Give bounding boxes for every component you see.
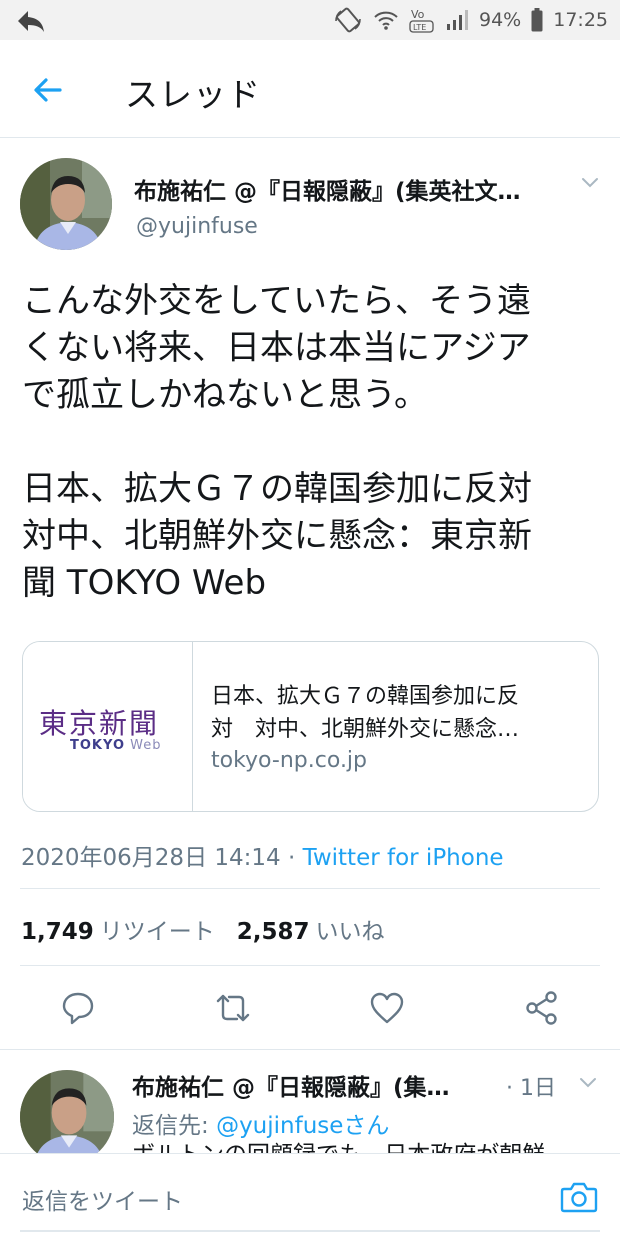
card-title: 日本、拡大Ｇ７の韓国参加に反 対 対中、北朝鮮外交に懸念…: [211, 680, 581, 746]
tokyo-shimbun-logo: 東京新聞: [39, 707, 160, 740]
reply-author-name[interactable]: 布施祐仁 @『日報隠蔽』(集…: [132, 1068, 480, 1102]
tweet-text-line: 対中、北朝鮮外交に懸念：東京新: [22, 516, 532, 556]
chevron-down-icon[interactable]: [580, 176, 600, 190]
reply-to-prefix: 返信先:: [132, 1113, 217, 1139]
tweet-text: こんな外交をしていたら、そう遠 くない将来、日本は本当にアジア で孤立しかねない…: [22, 278, 602, 607]
avatar[interactable]: [20, 1070, 114, 1164]
page-title: スレッド: [125, 75, 261, 114]
tweet-stats: 1,749 リツイート 2,587 いいね: [21, 912, 385, 946]
status-bar: Vo LTE 94% 17:25: [0, 0, 620, 40]
source-link[interactable]: Twitter for iPhone: [303, 845, 504, 871]
rotate-icon: [335, 7, 361, 33]
divider: [20, 888, 600, 889]
compose-underline: [20, 1230, 600, 1232]
tokyo-web-logo: TOKYO Web: [70, 738, 161, 753]
reply-to-mention[interactable]: @yujinfuseさん: [216, 1113, 389, 1139]
avatar-photo: [20, 1070, 114, 1164]
tweet-meta: 2020年06月28日 14:14 · Twitter for iPhone: [21, 838, 504, 872]
reply-time: · 1日: [506, 1076, 556, 1101]
app-header: スレッド: [0, 40, 620, 138]
share-icon[interactable]: [522, 988, 562, 1028]
chevron-down-icon[interactable]: [578, 1076, 598, 1090]
timestamp: 2020年06月28日 14:14 ·: [21, 845, 303, 871]
card-title-line: 対 対中、北朝鮮外交に懸念…: [211, 717, 520, 742]
status-icons: Vo LTE 94% 17:25: [333, 6, 608, 34]
compose-bar: 返信をツイート: [0, 1153, 620, 1240]
like-icon[interactable]: [367, 988, 407, 1028]
tweet-text-line: で孤立しかねないと思う。: [22, 375, 428, 415]
battery-icon: [531, 8, 543, 32]
logo-en-text: TOKYO: [70, 738, 125, 753]
avatar[interactable]: [20, 158, 112, 250]
link-card[interactable]: 東京新聞 TOKYO Web 日本、拡大Ｇ７の韓国参加に反 対 対中、北朝鮮外交…: [22, 641, 599, 812]
wifi-icon: [374, 11, 398, 30]
avatar-photo: [20, 158, 112, 250]
like-count[interactable]: 2,587: [237, 919, 310, 945]
svg-text:LTE: LTE: [413, 23, 426, 32]
back-icon[interactable]: [16, 8, 46, 34]
card-title-line: 日本、拡大Ｇ７の韓国参加に反: [211, 684, 520, 709]
arrow-left-icon[interactable]: [30, 72, 66, 108]
tweet-text-line: くない将来、日本は本当にアジア: [22, 328, 531, 368]
volte-icon: Vo LTE: [409, 8, 434, 33]
like-label[interactable]: いいね: [316, 919, 385, 945]
author-name[interactable]: 布施祐仁 @『日報隠蔽』(集英社文…: [134, 172, 566, 206]
reply-input[interactable]: 返信をツイート: [22, 1182, 183, 1216]
retweet-label[interactable]: リツイート: [100, 919, 215, 945]
retweet-icon[interactable]: [213, 988, 253, 1028]
reply-icon[interactable]: [58, 988, 98, 1028]
action-bar: [0, 988, 620, 1028]
card-thumbnail: 東京新聞 TOKYO Web: [23, 642, 193, 811]
camera-icon[interactable]: [560, 1180, 598, 1214]
divider: [20, 965, 600, 966]
logo-en-sub: Web: [130, 738, 162, 753]
divider: [0, 1049, 620, 1050]
retweet-count[interactable]: 1,749: [21, 919, 94, 945]
tweet-text-line: 聞 TOKYO Web: [22, 563, 267, 603]
signal-icon: [447, 10, 468, 30]
clock: 17:25: [553, 9, 608, 31]
svg-text:Vo: Vo: [411, 8, 425, 21]
author-handle[interactable]: @yujinfuse: [136, 214, 258, 239]
tweet-text-line: 日本、拡大Ｇ７の韓国参加に反対: [22, 469, 532, 509]
reply-to: 返信先: @yujinfuseさん: [132, 1106, 389, 1140]
card-domain: tokyo-np.co.jp: [211, 748, 368, 773]
tweet-text-line: こんな外交をしていたら、そう遠: [22, 281, 531, 321]
battery-percent: 94%: [479, 9, 522, 31]
